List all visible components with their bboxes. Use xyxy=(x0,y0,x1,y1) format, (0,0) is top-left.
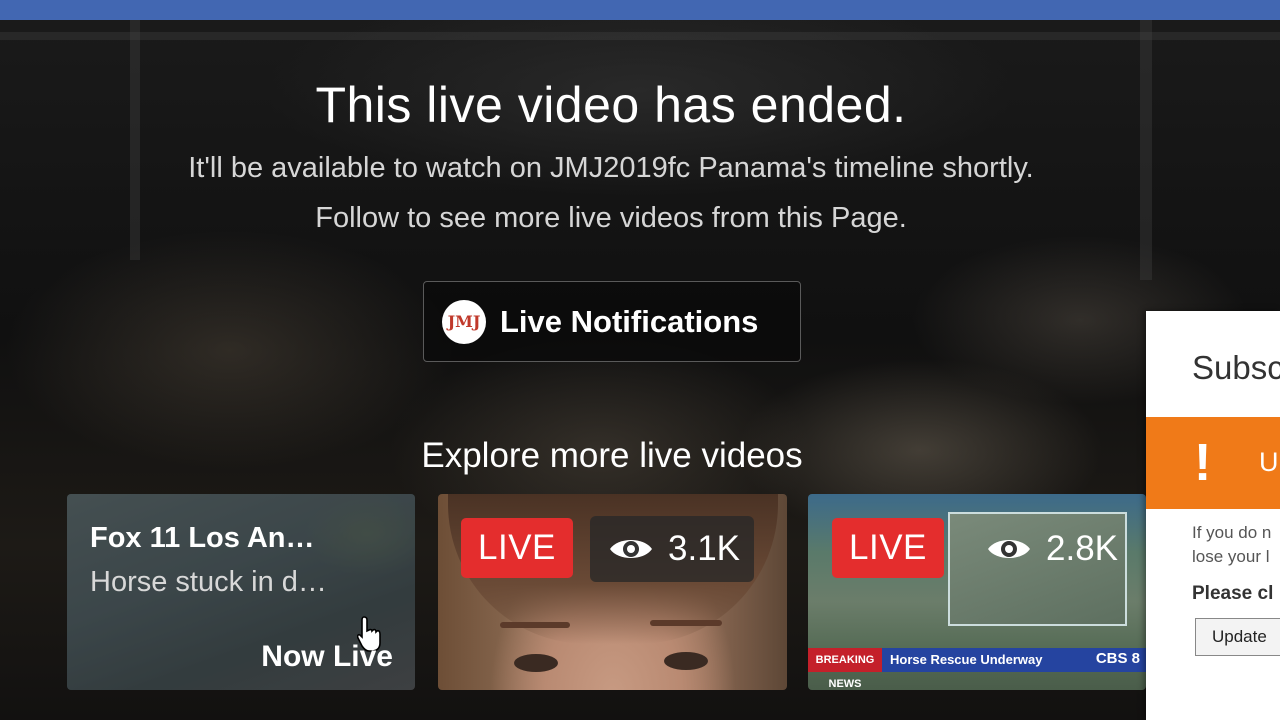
view-count-value: 2.8K xyxy=(1046,529,1118,568)
top-bar xyxy=(0,0,1280,20)
now-live-label: Now Live xyxy=(261,640,393,673)
view-count: 3.1K xyxy=(590,516,754,582)
dialog-instruction: Please cl xyxy=(1192,583,1274,604)
dialog-warning-banner: ! U xyxy=(1146,417,1280,509)
update-button[interactable]: Update xyxy=(1195,618,1280,656)
thumbnail-eye xyxy=(514,654,558,672)
warning-icon: ! xyxy=(1194,434,1212,492)
background-beam xyxy=(1140,20,1152,280)
card-subtitle: Horse stuck in d… xyxy=(90,566,327,598)
dialog-body: If you do n lose your l xyxy=(1192,521,1280,569)
live-notifications-button[interactable]: JMJ Live Notifications xyxy=(423,281,801,362)
eye-icon xyxy=(610,540,652,558)
video-ended-line-1: It'll be available to watch on JMJ2019fc… xyxy=(188,152,1034,184)
ticker-breaking: BREAKING NEWS xyxy=(808,648,882,690)
eye-icon xyxy=(988,540,1030,558)
live-notifications-label: Live Notifications xyxy=(500,303,759,339)
thumbnail-brow xyxy=(500,622,570,628)
background-beam xyxy=(0,32,1280,40)
news-ticker: BREAKING NEWS Horse Rescue Underway CBS … xyxy=(808,648,1146,690)
view-count: 2.8K xyxy=(968,516,1132,582)
view-count-value: 3.1K xyxy=(668,529,740,568)
thumbnail-brow xyxy=(650,620,722,626)
card-title: Fox 11 Los An… xyxy=(90,522,315,554)
thumbnail-eye xyxy=(664,652,708,670)
live-video-card[interactable]: Fox 11 Los An… Horse stuck in d… Now Liv… xyxy=(67,494,415,690)
video-ended-title: This live video has ended. xyxy=(315,77,907,133)
subscription-dialog: Subsc ! U If you do n lose your l Please… xyxy=(1146,311,1280,720)
live-badge: LIVE xyxy=(461,518,573,578)
page-avatar: JMJ xyxy=(442,299,486,344)
page-avatar-logo: JMJ xyxy=(447,312,481,331)
dialog-body-line-1: If you do n xyxy=(1192,523,1272,542)
warning-text: U xyxy=(1259,447,1279,477)
dialog-body-line-2: lose your l xyxy=(1192,547,1270,566)
live-video-card[interactable]: LIVE 3.1K xyxy=(438,494,787,690)
ticker-headline: Horse Rescue Underway xyxy=(890,652,1043,667)
live-video-card[interactable]: BREAKING NEWS Horse Rescue Underway CBS … xyxy=(808,494,1146,690)
live-badge: LIVE xyxy=(832,518,944,578)
video-ended-line-2: Follow to see more live videos from this… xyxy=(315,202,907,234)
dialog-title: Subsc xyxy=(1192,349,1280,386)
station-logo: CBS 8 xyxy=(1095,650,1140,667)
explore-heading: Explore more live videos xyxy=(421,436,803,475)
